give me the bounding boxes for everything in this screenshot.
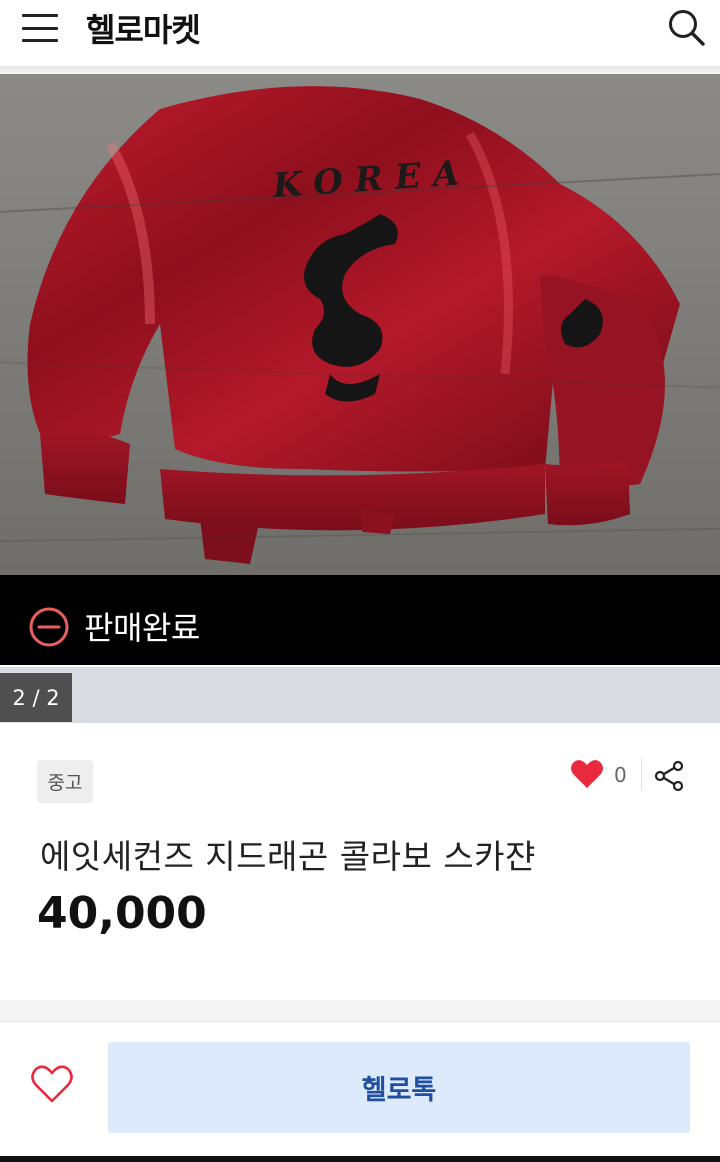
- share-icon[interactable]: [654, 760, 686, 792]
- like-count: 0: [614, 763, 627, 787]
- minus-circle-icon: [28, 606, 70, 648]
- condition-badge: 중고: [37, 760, 93, 803]
- search-icon[interactable]: [664, 5, 708, 49]
- heart-filled-icon[interactable]: [570, 758, 604, 790]
- product-photo[interactable]: KOREA: [0, 74, 720, 575]
- image-pager-strip: [0, 667, 720, 723]
- section-divider: [0, 1000, 720, 1022]
- heart-outline-icon[interactable]: [30, 1063, 74, 1105]
- product-title: 에잇세컨즈 지드래곤 콜라보 스카쟌: [40, 837, 536, 876]
- hamburger-menu-icon[interactable]: [22, 12, 60, 44]
- divider: [641, 758, 642, 790]
- top-app-bar: 헬로마켓: [0, 0, 720, 66]
- image-pager-indicator: 2 / 2: [0, 673, 72, 722]
- header-divider: [0, 66, 720, 74]
- jacket-image: KOREA: [27, 86, 680, 564]
- product-price: 40,000: [37, 888, 207, 939]
- app-title[interactable]: 헬로마켓: [86, 5, 201, 51]
- sold-status-label: 판매완료: [84, 609, 200, 647]
- hellotalk-chat-button[interactable]: 헬로톡: [108, 1042, 690, 1133]
- bottom-edge: [0, 1156, 720, 1162]
